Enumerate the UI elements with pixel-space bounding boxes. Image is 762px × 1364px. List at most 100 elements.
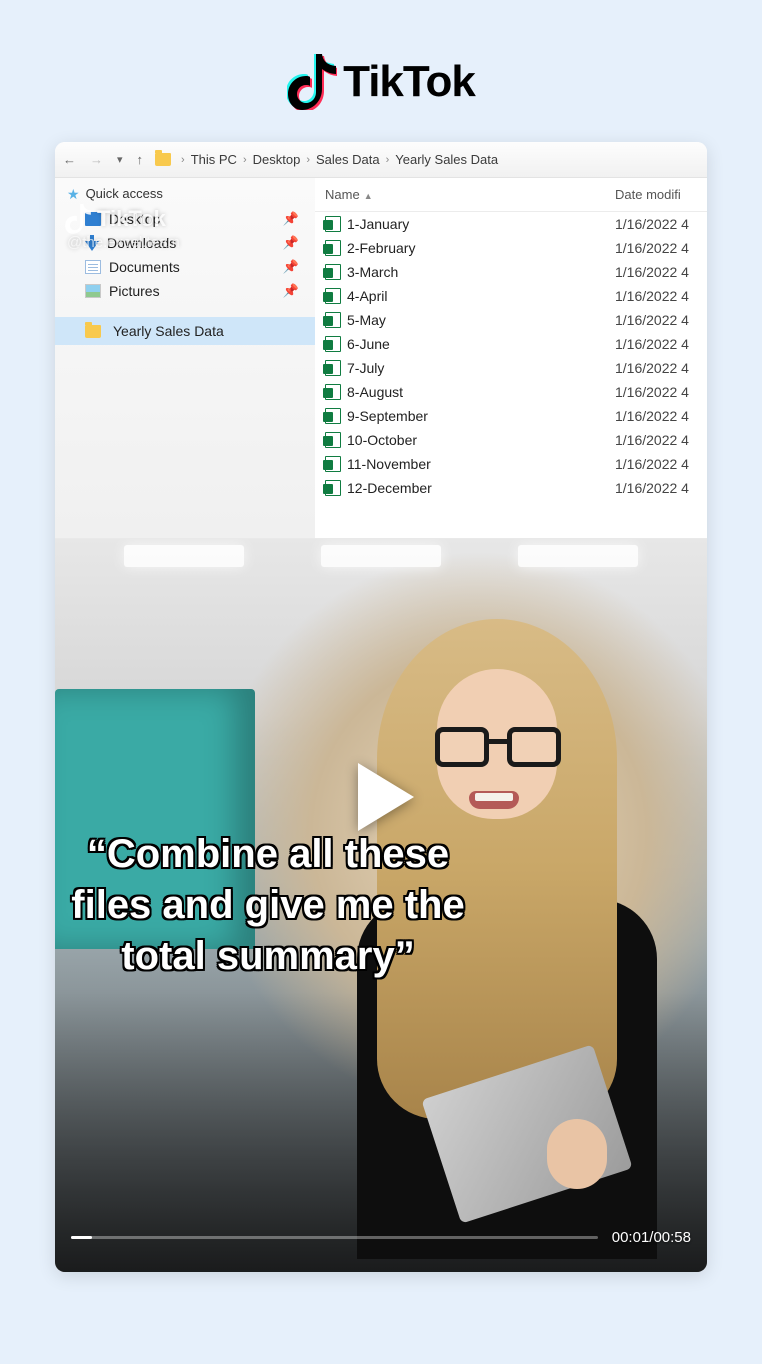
selected-folder-label: Yearly Sales Data [113, 323, 224, 339]
file-row[interactable]: 9-September 1/16/2022 4 [315, 404, 707, 428]
file-row[interactable]: 2-February 1/16/2022 4 [315, 236, 707, 260]
breadcrumb-segment[interactable]: Sales Data [316, 152, 380, 167]
file-name: 7-July [347, 360, 384, 376]
excel-icon [325, 408, 341, 424]
time-display: 00:01/00:58 [612, 1229, 691, 1246]
star-icon: ★ [67, 187, 80, 201]
video-frame[interactable]: “Combine all these files and give me the… [55, 539, 707, 1272]
file-date: 1/16/2022 4 [615, 240, 697, 256]
file-name: 12-December [347, 480, 432, 496]
breadcrumb[interactable]: › This PC › Desktop › Sales Data › Yearl… [155, 152, 498, 167]
excel-icon [325, 216, 341, 232]
progress-bar[interactable]: 00:01/00:58 [71, 1229, 691, 1246]
file-date: 1/16/2022 4 [615, 336, 697, 352]
excel-icon [325, 360, 341, 376]
folder-icon [85, 325, 101, 338]
file-name: 4-April [347, 288, 387, 304]
quick-item-documents[interactable]: Documents 📌 [55, 255, 315, 279]
play-icon [358, 763, 414, 831]
breadcrumb-segment[interactable]: This PC [191, 152, 237, 167]
file-date: 1/16/2022 4 [615, 312, 697, 328]
column-name-header[interactable]: Name [325, 187, 360, 202]
video-caption: “Combine all these files and give me the… [69, 829, 467, 983]
file-row[interactable]: 4-April 1/16/2022 4 [315, 284, 707, 308]
pin-icon: 📌 [283, 211, 299, 227]
pictures-icon [85, 284, 101, 298]
nav-forward-icon[interactable]: → [90, 152, 103, 167]
folder-icon [155, 153, 171, 166]
file-name: 9-September [347, 408, 428, 424]
video-card: ← → ▾ ↑ › This PC › Desktop › Sales Data… [55, 142, 707, 1272]
file-pane: Name▲ Date modifi 1-January1/16/2022 42-… [315, 178, 707, 538]
file-date: 1/16/2022 4 [615, 288, 697, 304]
file-name: 6-June [347, 336, 390, 352]
file-row[interactable]: 6-June 1/16/2022 4 [315, 332, 707, 356]
file-date: 1/16/2022 4 [615, 456, 697, 472]
quick-item-label: Documents [109, 259, 180, 275]
file-date: 1/16/2022 4 [615, 216, 697, 232]
column-headers[interactable]: Name ▲ Date modifi [315, 178, 707, 212]
play-button[interactable] [333, 749, 429, 845]
documents-icon [85, 260, 101, 274]
column-date-header[interactable]: Date modifi [615, 187, 697, 202]
excel-icon [325, 312, 341, 328]
nav-back-icon[interactable]: ← [63, 152, 76, 167]
tiktok-note-icon [287, 54, 337, 110]
excel-icon [325, 384, 341, 400]
brand-name: TikTok [343, 57, 475, 107]
breadcrumb-segment[interactable]: Yearly Sales Data [395, 152, 498, 167]
excel-icon [325, 336, 341, 352]
quick-item-pictures[interactable]: Pictures 📌 [55, 279, 315, 303]
downloads-icon [85, 235, 99, 251]
quick-item-label: Downloads [107, 235, 176, 251]
file-name: 1-January [347, 216, 409, 232]
progress-track[interactable] [71, 1236, 598, 1239]
sort-asc-icon: ▲ [364, 191, 373, 201]
file-row[interactable]: 11-November 1/16/2022 4 [315, 452, 707, 476]
excel-icon [325, 432, 341, 448]
nav-up-icon[interactable]: ↑ [137, 152, 144, 167]
sidebar-selected-folder[interactable]: Yearly Sales Data [55, 317, 315, 345]
excel-icon [325, 240, 341, 256]
excel-icon [325, 456, 341, 472]
file-name: 10-October [347, 432, 417, 448]
excel-icon [325, 480, 341, 496]
quick-access-header[interactable]: ★ Quick access [55, 182, 315, 205]
quick-access-label: Quick access [86, 186, 163, 201]
quick-item-label: Pictures [109, 283, 160, 299]
quick-item-downloads[interactable]: Downloads 📌 [55, 231, 315, 255]
file-name: 2-February [347, 240, 415, 256]
file-row[interactable]: 10-October 1/16/2022 4 [315, 428, 707, 452]
excel-icon [325, 288, 341, 304]
file-name: 3-March [347, 264, 398, 280]
file-date: 1/16/2022 4 [615, 480, 697, 496]
file-name: 8-August [347, 384, 403, 400]
desktop-icon [85, 212, 101, 226]
pin-icon: 📌 [283, 259, 299, 275]
file-date: 1/16/2022 4 [615, 360, 697, 376]
explorer-sidebar: ★ Quick access Desktop 📌 Downloads 📌 Doc… [55, 178, 315, 538]
quick-item-label: Desktop [109, 211, 160, 227]
file-date: 1/16/2022 4 [615, 408, 697, 424]
tiktok-header-logo: TikTok [287, 54, 475, 110]
excel-icon [325, 264, 341, 280]
file-date: 1/16/2022 4 [615, 264, 697, 280]
pin-icon: 📌 [283, 235, 299, 251]
file-date: 1/16/2022 4 [615, 384, 697, 400]
file-row[interactable]: 1-January 1/16/2022 4 [315, 212, 707, 236]
breadcrumb-segment[interactable]: Desktop [253, 152, 301, 167]
file-name: 11-November [347, 456, 431, 472]
quick-item-desktop[interactable]: Desktop 📌 [55, 207, 315, 231]
file-row[interactable]: 12-December 1/16/2022 4 [315, 476, 707, 500]
file-list: 1-January 1/16/2022 4 2-February 1/16/2022 … [315, 212, 707, 500]
progress-fill [71, 1236, 92, 1239]
file-row[interactable]: 8-August 1/16/2022 4 [315, 380, 707, 404]
file-explorer: ← → ▾ ↑ › This PC › Desktop › Sales Data… [55, 142, 707, 539]
explorer-address-bar: ← → ▾ ↑ › This PC › Desktop › Sales Data… [55, 142, 707, 178]
nav-recent-icon[interactable]: ▾ [117, 153, 123, 166]
pin-icon: 📌 [283, 283, 299, 299]
file-row[interactable]: 7-July 1/16/2022 4 [315, 356, 707, 380]
file-date: 1/16/2022 4 [615, 432, 697, 448]
file-row[interactable]: 3-March 1/16/2022 4 [315, 260, 707, 284]
file-row[interactable]: 5-May1/16/2022 4 [315, 308, 707, 332]
